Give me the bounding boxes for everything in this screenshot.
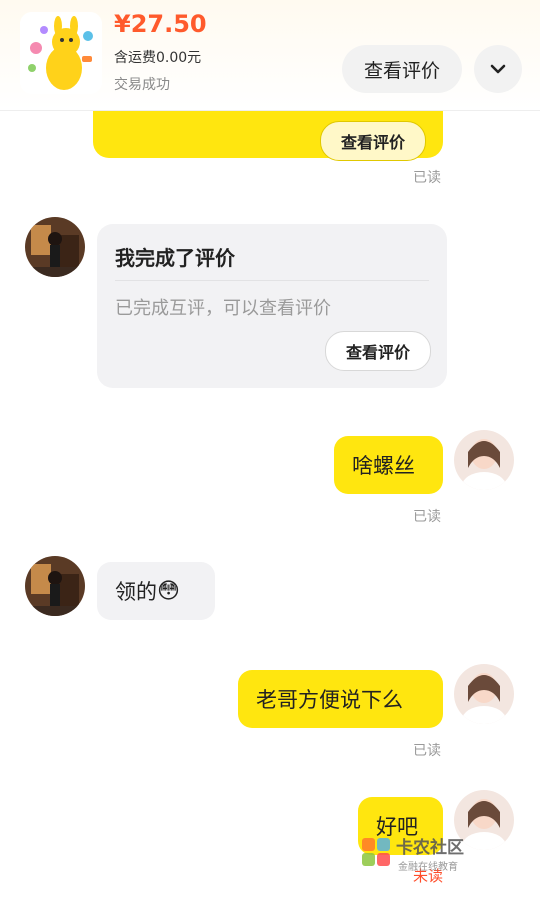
svg-text:卡农社区: 卡农社区	[396, 837, 464, 858]
review-card-subtitle: 已完成互评，可以查看评价	[115, 298, 331, 319]
review-complete-card: 我完成了评价 已完成互评，可以查看评价 查看评价	[97, 224, 447, 388]
view-review-button[interactable]: 查看评价	[342, 45, 462, 93]
avatar-photo-icon	[25, 217, 85, 277]
avatar-me[interactable]	[454, 664, 514, 724]
shipping-fee: 含运费0.00元	[114, 50, 202, 66]
chevron-down-icon	[490, 64, 506, 74]
read-status: 已读	[413, 743, 441, 759]
message-bubble-me[interactable]: 啥螺丝	[334, 436, 443, 494]
watermark-icon: 卡农社区 金融在线教育	[362, 837, 464, 873]
watermark-logo: 卡农社区 金融在线教育	[360, 830, 490, 882]
chat-area[interactable]: 查看评价 已读 我完成了评价 已完成互评，可以查看评价 查看评价 啥螺丝 已读	[0, 111, 540, 919]
avatar-me[interactable]	[454, 430, 514, 490]
review-card-partial: 查看评价	[93, 111, 443, 161]
read-status: 已读	[413, 509, 441, 525]
read-status: 已读	[413, 170, 441, 186]
avatar-photo-icon	[454, 430, 514, 490]
price: ¥27.50	[114, 10, 207, 38]
card-view-review-button[interactable]: 查看评价	[325, 331, 431, 371]
flushed-emoji-icon: 😳	[157, 578, 180, 604]
message-text: 领的	[115, 580, 157, 604]
message-bubble-me[interactable]: 老哥方便说下么	[238, 670, 443, 728]
order-header: ¥27.50 含运费0.00元 交易成功 查看评价	[0, 0, 540, 111]
expand-button[interactable]	[474, 45, 522, 93]
avatar-other[interactable]	[25, 217, 85, 277]
top-view-review-button[interactable]: 查看评价	[320, 121, 426, 161]
avatar-other[interactable]	[25, 556, 85, 616]
svg-text:金融在线教育: 金融在线教育	[398, 860, 458, 873]
message-bubble-other[interactable]: 领的 😳	[97, 562, 215, 620]
review-card-title: 我完成了评价	[115, 246, 235, 270]
mascot-icon	[20, 12, 102, 94]
product-thumbnail[interactable]	[20, 12, 102, 94]
card-divider	[115, 280, 429, 281]
avatar-photo-icon	[25, 556, 85, 616]
order-status: 交易成功	[114, 77, 170, 93]
avatar-photo-icon	[454, 664, 514, 724]
